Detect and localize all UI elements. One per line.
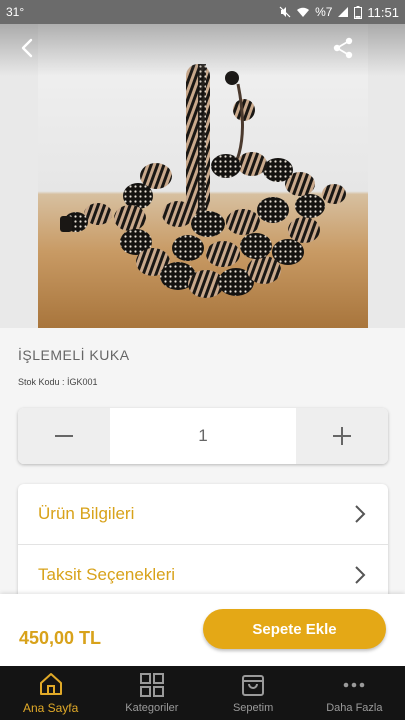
quantity-stepper: 1 xyxy=(18,408,388,464)
battery-percent: %7 xyxy=(315,5,333,19)
nav-label-cart: Sepetim xyxy=(232,702,274,714)
mute-icon xyxy=(279,6,291,18)
increase-quantity-button[interactable] xyxy=(296,408,388,464)
decrease-quantity-button[interactable] xyxy=(18,408,110,464)
product-sku: Stok Kodu : İGK001 xyxy=(18,377,98,387)
bag-icon xyxy=(242,675,265,696)
status-bar: 31° %7 11:51 xyxy=(0,0,405,24)
clock: 11:51 xyxy=(367,4,399,20)
product-details-row[interactable]: Ürün Bilgileri xyxy=(18,484,388,545)
installment-options-label: Taksit Seçenekleri xyxy=(38,565,176,584)
product-price: 450,00 TL xyxy=(19,628,102,648)
status-icons: %7 11:51 xyxy=(279,5,399,20)
more-icon xyxy=(344,682,365,688)
back-arrow-icon[interactable] xyxy=(14,34,42,62)
nav-item-categories[interactable]: Kategoriler xyxy=(101,666,202,720)
chevron-right-icon xyxy=(355,505,366,523)
wifi-icon xyxy=(297,7,310,17)
nav-item-more[interactable]: Daha Fazla xyxy=(304,666,405,720)
bottom-navigation: Ana Sayfa Kategoriler Sepetim Daha Fazla xyxy=(0,666,405,720)
product-image-area[interactable] xyxy=(0,24,405,328)
nav-label-home: Ana Sayfa xyxy=(22,701,79,715)
temperature-text: 31° xyxy=(6,5,25,19)
home-icon xyxy=(39,673,62,695)
price-bar: 450,00 TL Sepete Ekle xyxy=(0,594,405,666)
quantity-value[interactable]: 1 xyxy=(110,408,296,464)
add-to-cart-button[interactable]: Sepete Ekle xyxy=(203,609,386,649)
grid-icon xyxy=(139,673,164,697)
chevron-right-icon xyxy=(355,566,366,584)
nav-item-cart[interactable]: Sepetim xyxy=(203,666,304,720)
minus-icon xyxy=(55,435,73,437)
battery-icon xyxy=(354,5,363,19)
product-details-label: Ürün Bilgileri xyxy=(38,504,135,523)
product-title: İŞLEMELİ KUKA xyxy=(18,347,130,363)
nav-item-home[interactable]: Ana Sayfa xyxy=(0,666,101,720)
signal-icon xyxy=(338,7,349,17)
nav-label-more: Daha Fazla xyxy=(326,702,383,714)
nav-label-categories: Kategoriler xyxy=(125,702,179,714)
share-icon[interactable] xyxy=(329,34,357,62)
plus-icon xyxy=(333,427,351,445)
